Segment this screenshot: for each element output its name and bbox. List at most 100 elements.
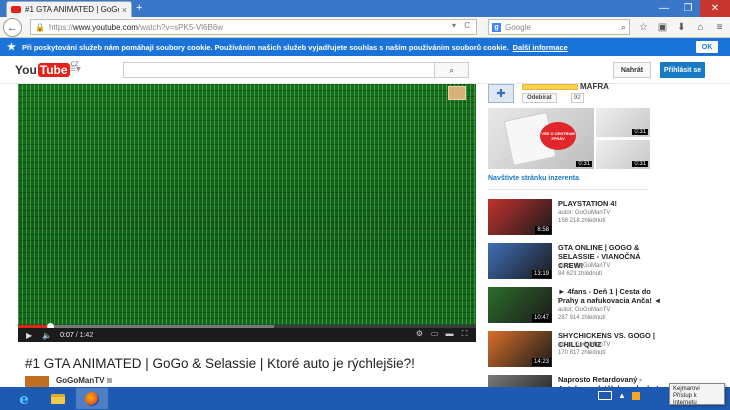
channel-name[interactable]: GoGoManTV bbox=[56, 376, 113, 385]
show-hidden-icons-icon[interactable]: ▲ bbox=[618, 391, 626, 400]
url-dropdown-reload-icon[interactable]: ▾ C bbox=[452, 21, 473, 30]
address-bar[interactable]: 🔒 https://www.youtube.com/watch?v=sPK5-V… bbox=[30, 19, 477, 35]
video-duration: 8:58 bbox=[535, 226, 551, 234]
subscriber-count: 92 bbox=[571, 93, 584, 103]
ad-header: ✚ MAFRA Odebírat 92 bbox=[488, 82, 650, 106]
clipboard-icon[interactable]: ▣ bbox=[653, 20, 672, 35]
search-engine-label: Google bbox=[505, 22, 531, 32]
youtube-masthead: You Tube CZ ≡▾ ⌕ Nahrát Přihlásit se bbox=[0, 56, 730, 84]
related-video-views: 84 623 zhlédnutí bbox=[558, 271, 603, 277]
signin-button[interactable]: Přihlásit se bbox=[660, 62, 705, 78]
tooltip-line: Přístup k Internetu bbox=[673, 393, 697, 406]
related-video-author: autor: GoGoManTV bbox=[558, 263, 611, 269]
volume-icon[interactable]: 🔈 bbox=[42, 331, 52, 340]
related-video-title[interactable]: ► 4fans - Deň 1 | Cesta do Prahy a nafuk… bbox=[558, 287, 666, 305]
close-window-button[interactable]: ✕ bbox=[700, 0, 730, 17]
advertiser-name[interactable]: MAFRA bbox=[580, 82, 609, 91]
related-video-item[interactable]: 13:19 GTA ONLINE | GOGO & SELASSIE - VIAN… bbox=[488, 243, 663, 281]
download-icon[interactable]: ⬇ bbox=[672, 20, 691, 35]
related-video-views: 158 218 zhlédnutí bbox=[558, 218, 606, 224]
internet-explorer-icon[interactable]: e bbox=[8, 388, 40, 409]
advertiser-link[interactable]: Navštivte stránku inzerenta bbox=[488, 175, 579, 182]
guide-menu-icon[interactable]: ≡▾ bbox=[70, 64, 81, 75]
related-video-views: 287 914 zhlédnutí bbox=[558, 315, 606, 321]
cookie-text: Při poskytování služeb nám pomáhají soub… bbox=[21, 42, 509, 52]
tab-close-icon[interactable]: × bbox=[122, 5, 127, 15]
unsubscribe-button[interactable]: Odebírat bbox=[522, 93, 557, 103]
ad-thumbnails: VŠE O CENTRUM ZPRÁV 0:31 0:31 0:31 bbox=[488, 108, 650, 169]
star-icon: ★ bbox=[7, 41, 16, 53]
video-frame[interactable] bbox=[18, 84, 476, 325]
related-video-thumbnail[interactable]: 14:23 bbox=[488, 331, 552, 367]
video-duration: 10:47 bbox=[531, 314, 551, 322]
ad-duration: 0:31 bbox=[632, 129, 648, 135]
related-video-title[interactable]: PLAYSTATION 4! bbox=[558, 199, 666, 208]
cookie-more-link[interactable]: Další informace bbox=[513, 43, 568, 52]
cookie-notice: ★ Při poskytování služeb nám pomáhají so… bbox=[0, 38, 730, 56]
browser-search-bar[interactable]: g Google ⌕ bbox=[488, 19, 630, 35]
windows-taskbar: e ▲ 6. 1. 2015 bbox=[0, 387, 730, 410]
video-duration: 14:23 bbox=[531, 358, 551, 366]
related-video-author: autor: GoGoManTV bbox=[558, 342, 611, 348]
ad-duration: 0:31 bbox=[576, 161, 592, 167]
video-player[interactable]: ▶ 🔈 0:07 / 1:42 ⚙ ▭ ▬ ⛶ bbox=[18, 84, 476, 342]
ad-thumbnail-small[interactable]: 0:31 bbox=[596, 140, 650, 169]
star-icon[interactable]: ☆ bbox=[634, 20, 653, 35]
related-video-thumbnail[interactable]: 8:58 bbox=[488, 199, 552, 235]
youtube-search-button[interactable]: ⌕ bbox=[435, 62, 469, 78]
url-path: /watch?v=sPK5-Vl6B6w bbox=[137, 22, 224, 32]
ad-thumbnail-main[interactable]: VŠE O CENTRUM ZPRÁV 0:31 bbox=[488, 108, 594, 169]
current-time: 0:07 bbox=[60, 331, 74, 339]
cookie-ok-button[interactable]: OK bbox=[696, 41, 718, 53]
duration: 1:42 bbox=[79, 331, 94, 339]
related-video-views: 170 817 zhlédnutí bbox=[558, 350, 606, 356]
youtube-search-input[interactable] bbox=[123, 62, 435, 78]
video-duration: 13:19 bbox=[531, 270, 551, 278]
verified-icon bbox=[107, 378, 113, 383]
channel-watermark[interactable] bbox=[448, 86, 466, 100]
ad-duration: 0:31 bbox=[632, 161, 648, 167]
ad-thumbnail-small[interactable]: 0:31 bbox=[596, 108, 650, 137]
browser-tab[interactable]: #1 GTA ANIMATED | GoGo... × bbox=[6, 1, 132, 17]
google-icon: g bbox=[492, 22, 501, 32]
channel-name-text: GoGoManTV bbox=[56, 376, 105, 385]
keyboard-icon[interactable] bbox=[598, 391, 612, 400]
time-display: 0:07 / 1:42 bbox=[60, 331, 94, 339]
youtube-favicon-icon bbox=[11, 6, 21, 13]
related-video-item[interactable]: 14:23 SHYCHICKENS VS. GOGO | CHILLI QUIZ a… bbox=[488, 331, 663, 369]
minimize-button[interactable]: — bbox=[652, 0, 676, 17]
system-tray: ▲ bbox=[598, 391, 646, 400]
ad-badge bbox=[522, 84, 578, 90]
related-video-thumbnail[interactable]: 13:19 bbox=[488, 243, 552, 279]
back-button[interactable]: ← bbox=[3, 18, 22, 37]
search-icon[interactable]: ⌕ bbox=[621, 22, 626, 33]
theater-icon[interactable]: ▬ bbox=[442, 329, 457, 339]
related-video-thumbnail[interactable]: 10:47 bbox=[488, 287, 552, 323]
related-video-item[interactable]: 10:47 ► 4fans - Deň 1 | Cesta do Prahy a … bbox=[488, 287, 663, 325]
home-icon[interactable]: ⌂ bbox=[691, 20, 710, 35]
related-video-item[interactable]: 8:58 PLAYSTATION 4! autor: GoGoManTV 158 21… bbox=[488, 199, 663, 237]
menu-icon[interactable]: ≡ bbox=[710, 20, 729, 35]
related-video-author: autor: GoGoManTV bbox=[558, 210, 611, 216]
tooltip-line: Kejmarovi bbox=[673, 386, 700, 392]
new-tab-button[interactable]: + bbox=[136, 3, 142, 14]
network-tooltip: Kejmarovi Přístup k Internetu bbox=[669, 383, 725, 406]
tab-title: #1 GTA ANIMATED | GoGo... bbox=[25, 5, 119, 14]
lock-icon: 🔒 bbox=[35, 22, 45, 32]
maximize-button[interactable]: ❐ bbox=[676, 0, 700, 17]
upload-button[interactable]: Nahrát bbox=[613, 62, 651, 78]
player-right-controls: ⚙ ▭ ▬ ⛶ bbox=[412, 329, 472, 339]
player-controls: ▶ 🔈 0:07 / 1:42 ⚙ ▭ ▬ ⛶ bbox=[18, 328, 476, 342]
firefox-icon[interactable] bbox=[76, 388, 108, 409]
browser-tab-bar: #1 GTA ANIMATED | GoGo... × + — ❐ ✕ bbox=[0, 0, 730, 17]
play-icon[interactable]: ▶ bbox=[26, 331, 32, 340]
settings-icon[interactable]: ⚙ bbox=[412, 329, 427, 339]
url-scheme: https:// bbox=[48, 22, 73, 32]
action-center-icon[interactable] bbox=[631, 391, 640, 400]
advertiser-logo-icon[interactable]: ✚ bbox=[488, 84, 514, 103]
miniplayer-icon[interactable]: ▭ bbox=[427, 329, 442, 339]
fullscreen-icon[interactable]: ⛶ bbox=[457, 329, 472, 339]
file-explorer-icon[interactable] bbox=[42, 388, 74, 409]
search-icon: ⌕ bbox=[448, 64, 455, 75]
video-title: #1 GTA ANIMATED | GoGo & Selassie | Ktor… bbox=[25, 356, 415, 371]
